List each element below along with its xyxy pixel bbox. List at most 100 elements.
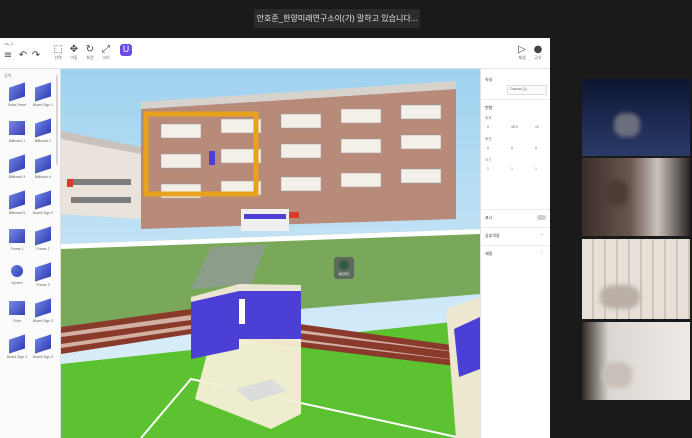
asset-label: Billboard 2	[34, 139, 52, 143]
tool-rotate-button[interactable]: ↻ 회전	[82, 44, 98, 64]
asset-thumbnail	[35, 334, 51, 354]
asset-thumbnail	[35, 190, 51, 210]
tool-select-button[interactable]: ⬚ 선택	[50, 44, 66, 64]
asset-label: Frame 2	[36, 247, 50, 251]
asset-label: Billboard 1	[8, 139, 26, 143]
asset-library-panel: 검색 Solar Panel Board Sign 1 Billboard 1 Bil…	[0, 69, 61, 438]
redo-icon[interactable]: ↷	[28, 50, 44, 70]
scale-z[interactable]: 1	[535, 167, 537, 171]
interaction-add-icon[interactable]: +	[541, 233, 543, 237]
file-name: ...rs_1	[2, 41, 14, 46]
library-asset[interactable]: Frame 3	[32, 262, 54, 291]
select-icon: ⬚	[53, 44, 63, 55]
object-name-value: Canvas (1)	[510, 87, 528, 91]
asset-thumbnail	[35, 226, 51, 246]
position-z[interactable]: 10	[535, 125, 539, 129]
participant-video-3[interactable]	[582, 239, 690, 319]
asset-thumbnail	[9, 190, 25, 210]
speaker-banner: 안호준_한양미래연구소이(가) 말하고 있습니다...	[254, 9, 420, 28]
asset-label: Board Sign 2	[32, 211, 54, 215]
asset-label: Board Sign 3	[32, 319, 54, 323]
library-asset[interactable]: Frame 2	[32, 226, 54, 255]
scale-icon: ⤢	[102, 44, 110, 55]
library-asset[interactable]: Board Sign 2	[32, 190, 54, 219]
asset-thumbnail	[9, 82, 25, 102]
library-asset[interactable]: Board Sign 4	[6, 334, 28, 363]
user-icon: ●	[533, 44, 543, 55]
participant-avatar	[614, 113, 640, 137]
visibility-toggle[interactable]	[537, 215, 546, 220]
library-asset[interactable]: Board Sign 5	[32, 334, 54, 363]
asset-label: Billboard 4	[34, 175, 52, 179]
position-x[interactable]: 0	[487, 125, 489, 129]
tool-scale-button[interactable]: ⤢ 크기	[98, 44, 114, 64]
asset-label: Frame 1	[10, 247, 24, 251]
visibility-label: 표시	[485, 215, 493, 220]
library-asset[interactable]: Billboard 1	[6, 119, 28, 147]
tool-u-button[interactable]: U	[118, 44, 134, 64]
asset-thumbnail	[35, 82, 51, 102]
material-expand-icon[interactable]: ›	[541, 251, 542, 255]
asset-thumbnail	[9, 229, 25, 243]
shared-screen-editor: ...rs_1 ≡ ↶ ↷ ⬚ 선택 ✥ 이동 ↻ 회전 ⤢ 크기 U ▷ 재생…	[0, 38, 550, 438]
library-asset[interactable]: Billboard 2	[32, 118, 54, 147]
properties-panel: 속성 Canvas (1) 변형 위치 0 36.9 10 회전 0 0 0 크…	[480, 69, 550, 438]
scale-y[interactable]: 1	[511, 167, 513, 171]
asset-label: Billboard 5	[8, 211, 26, 215]
asset-thumbnail	[9, 334, 25, 354]
participant-avatar	[600, 285, 640, 309]
participant-avatar	[602, 362, 632, 388]
3d-viewport[interactable]: 에듀테크	[61, 69, 480, 438]
asset-thumbnail	[35, 262, 51, 282]
asset-label: Cube	[12, 319, 22, 323]
scale-x[interactable]: 1	[487, 167, 489, 171]
booth-sign-text: 에듀테크	[338, 271, 349, 276]
play-button[interactable]: ▷ 재생	[514, 44, 530, 64]
asset-label: Billboard 3	[8, 175, 26, 179]
position-y[interactable]: 36.9	[511, 125, 518, 129]
move-icon: ✥	[69, 44, 79, 55]
asset-thumbnail	[11, 265, 23, 277]
library-scrollbar[interactable]	[56, 75, 58, 165]
library-asset[interactable]: Billboard 3	[6, 154, 28, 183]
share-button[interactable]: ● 공유	[530, 44, 546, 64]
asset-thumbnail	[35, 298, 51, 318]
asset-thumbnail	[35, 118, 51, 138]
asset-label: Sphere	[11, 281, 23, 285]
entrance	[241, 209, 289, 231]
asset-thumbnail	[9, 121, 25, 135]
asset-label: Board Sign 4	[6, 355, 28, 359]
library-asset[interactable]: Sphere	[6, 263, 28, 291]
library-asset[interactable]: Billboard 5	[6, 190, 28, 219]
asset-label: Board Sign 1	[32, 103, 54, 107]
asset-label: Frame 3	[36, 283, 50, 287]
scene-render: 에듀테크	[61, 69, 480, 438]
library-asset[interactable]: Frame 1	[6, 227, 28, 255]
tool-move-button[interactable]: ✥ 이동	[66, 44, 82, 64]
booth-panel	[191, 291, 239, 359]
asset-thumbnail	[9, 154, 25, 174]
participant-video-2[interactable]	[582, 158, 690, 236]
editor-toolbar: ...rs_1 ≡ ↶ ↷ ⬚ 선택 ✥ 이동 ↻ 회전 ⤢ 크기 U ▷ 재생…	[0, 38, 550, 69]
library-search-label[interactable]: 검색	[4, 73, 11, 79]
library-asset[interactable]: Board Sign 3	[32, 298, 54, 327]
rotate-icon: ↻	[85, 44, 95, 55]
asset-thumbnail	[35, 154, 51, 174]
rotation-z[interactable]: 0	[535, 146, 537, 150]
rotation-y[interactable]: 0	[511, 146, 513, 150]
menu-icon[interactable]: ≡	[0, 50, 16, 70]
participant-video-4[interactable]	[582, 322, 690, 400]
play-icon: ▷	[518, 44, 526, 55]
properties-title: 속성	[485, 77, 493, 82]
library-asset[interactable]: Billboard 4	[32, 154, 54, 183]
material-label: 재질	[485, 251, 493, 256]
library-asset[interactable]: Board Sign 1	[32, 82, 54, 111]
library-asset[interactable]: Solar Panel	[6, 82, 28, 111]
participant-avatar	[604, 180, 628, 206]
library-asset[interactable]: Cube	[6, 299, 28, 327]
rotation-x[interactable]: 0	[487, 146, 489, 150]
participant-video-1[interactable]	[582, 79, 690, 156]
asset-label: Solar Panel	[7, 103, 27, 107]
interaction-label: 상호작용	[485, 233, 500, 238]
transform-label: 변형	[485, 105, 493, 110]
